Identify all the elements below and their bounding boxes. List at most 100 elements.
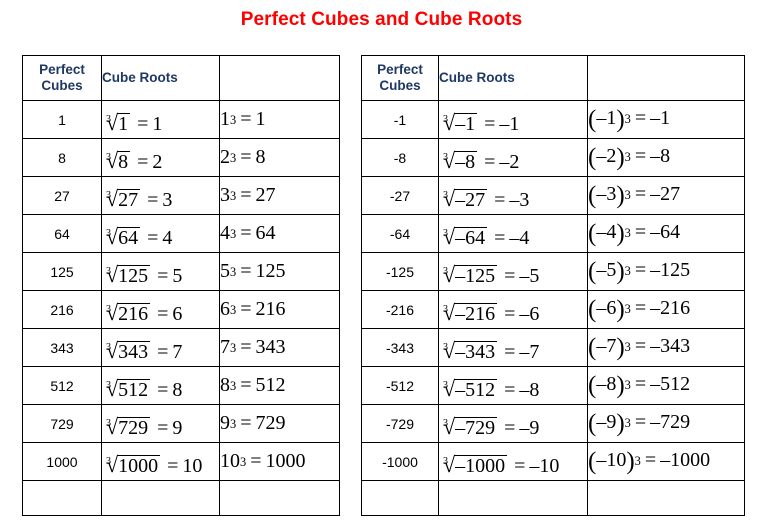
radical-index: 3 xyxy=(443,227,448,239)
cube-power-expression: (–1) 3 = –1 xyxy=(588,105,671,133)
equals-sign: = xyxy=(504,416,516,439)
cube-root-expression: 3 √ –1 = –1 xyxy=(439,111,519,136)
cube-power-expression: (–5) 3 = –125 xyxy=(588,257,691,285)
paren-close: ) xyxy=(616,143,625,171)
radical-index: 3 xyxy=(106,113,111,125)
cube-power-expression: 10 3 = 1000 xyxy=(220,450,306,472)
cube-base-value: –6 xyxy=(596,297,617,320)
cube-power-expression: (–4) 3 = –64 xyxy=(588,219,681,247)
cube-power-expression: 4 3 = 64 xyxy=(220,222,276,244)
table-row: 64 3 √ 64 = 4 4 3 = 64 xyxy=(22,214,340,253)
cube-root-result: –3 xyxy=(509,188,530,211)
cube-root-expression: 3 √ 729 = 9 xyxy=(102,415,183,440)
equals-sign: = xyxy=(634,411,647,434)
cube-power-result: 27 xyxy=(255,184,276,206)
equals-sign: = xyxy=(157,264,169,287)
radical-index: 3 xyxy=(443,341,448,353)
paren-open: ( xyxy=(588,409,597,437)
table-row: -8 3 √ –8 = –2(–2) 3 = –8 xyxy=(361,138,745,177)
header-row: Perfect Cubes Cube Roots xyxy=(22,55,340,101)
cube-power-expression: (–7) 3 = –343 xyxy=(588,333,691,361)
equals-sign: = xyxy=(240,298,252,320)
table-row: -729 3 √ –729 = –9(–9) 3 = –729 xyxy=(361,404,745,443)
radicand-value: 1 xyxy=(117,112,131,135)
paren-open: ( xyxy=(588,143,597,171)
perfect-cube-value: 216 xyxy=(22,290,102,329)
cube-root-radical: 3 √ 27 xyxy=(102,187,141,211)
cube-root-result: –5 xyxy=(519,264,540,287)
cube-base-value: 9 xyxy=(220,412,230,434)
table-row: -343 3 √ –343 = –7(–7) 3 = –343 xyxy=(361,328,745,367)
cube-root-equation: 3 √ 512 = 8 xyxy=(101,366,220,405)
table-row: 512 3 √ 512 = 8 8 3 = 512 xyxy=(22,366,340,405)
paren-open: ( xyxy=(588,219,597,247)
radicand-value: –216 xyxy=(454,302,498,325)
cube-power-result: 343 xyxy=(255,336,286,358)
cube-root-radical: 3 √ 512 xyxy=(102,377,151,401)
cube-base-value: 1 xyxy=(220,108,230,130)
table-header: Perfect Cubes Cube Roots xyxy=(361,55,745,101)
radical-index: 3 xyxy=(106,417,111,429)
cube-power-result: 1000 xyxy=(265,450,306,472)
equals-sign: = xyxy=(157,378,169,401)
cube-power-equation: 9 3 = 729 xyxy=(219,404,340,443)
cube-root-result: 6 xyxy=(172,302,183,325)
cube-root-result: 9 xyxy=(172,416,183,439)
empty-cell xyxy=(361,480,439,516)
empty-cell xyxy=(587,480,745,516)
equals-sign: = xyxy=(240,108,252,130)
cube-base-value: –9 xyxy=(596,411,617,434)
cube-power-equation: 5 3 = 125 xyxy=(219,252,340,291)
cube-power-result: 729 xyxy=(255,412,286,434)
perfect-cube-value: -125 xyxy=(361,252,439,291)
cube-base-value: –1 xyxy=(596,107,617,130)
radical-index: 3 xyxy=(443,189,448,201)
cube-base-value: –8 xyxy=(596,373,617,396)
cube-root-radical: 3 √ 125 xyxy=(102,263,151,287)
equals-sign: = xyxy=(147,226,159,249)
cube-base-value: 7 xyxy=(220,336,230,358)
paren-open: ( xyxy=(588,333,597,361)
cube-root-expression: 3 √ 1000 = 10 xyxy=(102,453,202,478)
header-perfect-cubes: Perfect Cubes xyxy=(22,55,102,101)
equals-sign: = xyxy=(504,302,516,325)
paren-open: ( xyxy=(588,371,597,399)
page-title: Perfect Cubes and Cube Roots xyxy=(240,9,523,30)
radicand-value: –1000 xyxy=(454,454,508,477)
radicand-value: –512 xyxy=(454,378,498,401)
table-row: -125 3 √ –125 = –5(–5) 3 = –125 xyxy=(361,252,745,291)
cube-root-result: –7 xyxy=(519,340,540,363)
radical-index: 3 xyxy=(443,265,448,277)
cube-root-expression: 3 √ 125 = 5 xyxy=(102,263,182,288)
radicand-value: –1 xyxy=(454,112,478,135)
cube-power-equation: 7 3 = 343 xyxy=(219,328,340,367)
cube-root-equation: 3 √ –27 = –3 xyxy=(438,176,588,215)
cube-power-expression: (–9) 3 = –729 xyxy=(588,409,691,437)
equals-sign: = xyxy=(240,412,252,434)
cube-power-result: 64 xyxy=(255,222,276,244)
cube-root-expression: 3 √ –64 = –4 xyxy=(439,225,529,250)
table-row: -1000 3 √ –1000 = –10(–10) 3 = –1000 xyxy=(361,442,745,481)
table-row: -64 3 √ –64 = –4(–4) 3 = –64 xyxy=(361,214,745,253)
header-cubes-blank xyxy=(219,55,340,101)
cube-root-equation: 3 √ 1 = 1 xyxy=(101,100,220,139)
perfect-cube-value: -216 xyxy=(361,290,439,329)
cube-power-equation: (–7) 3 = –343 xyxy=(587,328,745,367)
cube-power-equation: (–10) 3 = –1000 xyxy=(587,442,745,481)
cube-root-equation: 3 √ –729 = –9 xyxy=(438,404,588,443)
cube-root-result: –2 xyxy=(499,150,520,173)
table-body: 1 3 √ 1 = 1 1 3 = 1 8 3 √ 8 = 2 2 3 = 8 27 3 √ 27 = 3 3 3 = 27 64 3 √ 64 =… xyxy=(22,100,340,516)
cube-root-expression: 3 √ 512 = 8 xyxy=(102,377,182,402)
cube-power-expression: (–8) 3 = –512 xyxy=(588,371,691,399)
cube-root-result: 4 xyxy=(162,226,173,249)
equals-sign: = xyxy=(504,264,516,287)
cube-base-value: –3 xyxy=(596,183,617,206)
perfect-cube-value: -27 xyxy=(361,176,439,215)
cube-root-expression: 3 √ 27 = 3 xyxy=(102,187,172,212)
paren-close: ) xyxy=(626,447,635,475)
table-row: -216 3 √ –216 = –6(–6) 3 = –216 xyxy=(361,290,745,329)
cube-root-radical: 3 √ –64 xyxy=(439,225,488,249)
equals-sign: = xyxy=(634,373,647,396)
header-row: Perfect Cubes Cube Roots xyxy=(361,55,745,101)
equals-sign: = xyxy=(494,226,506,249)
